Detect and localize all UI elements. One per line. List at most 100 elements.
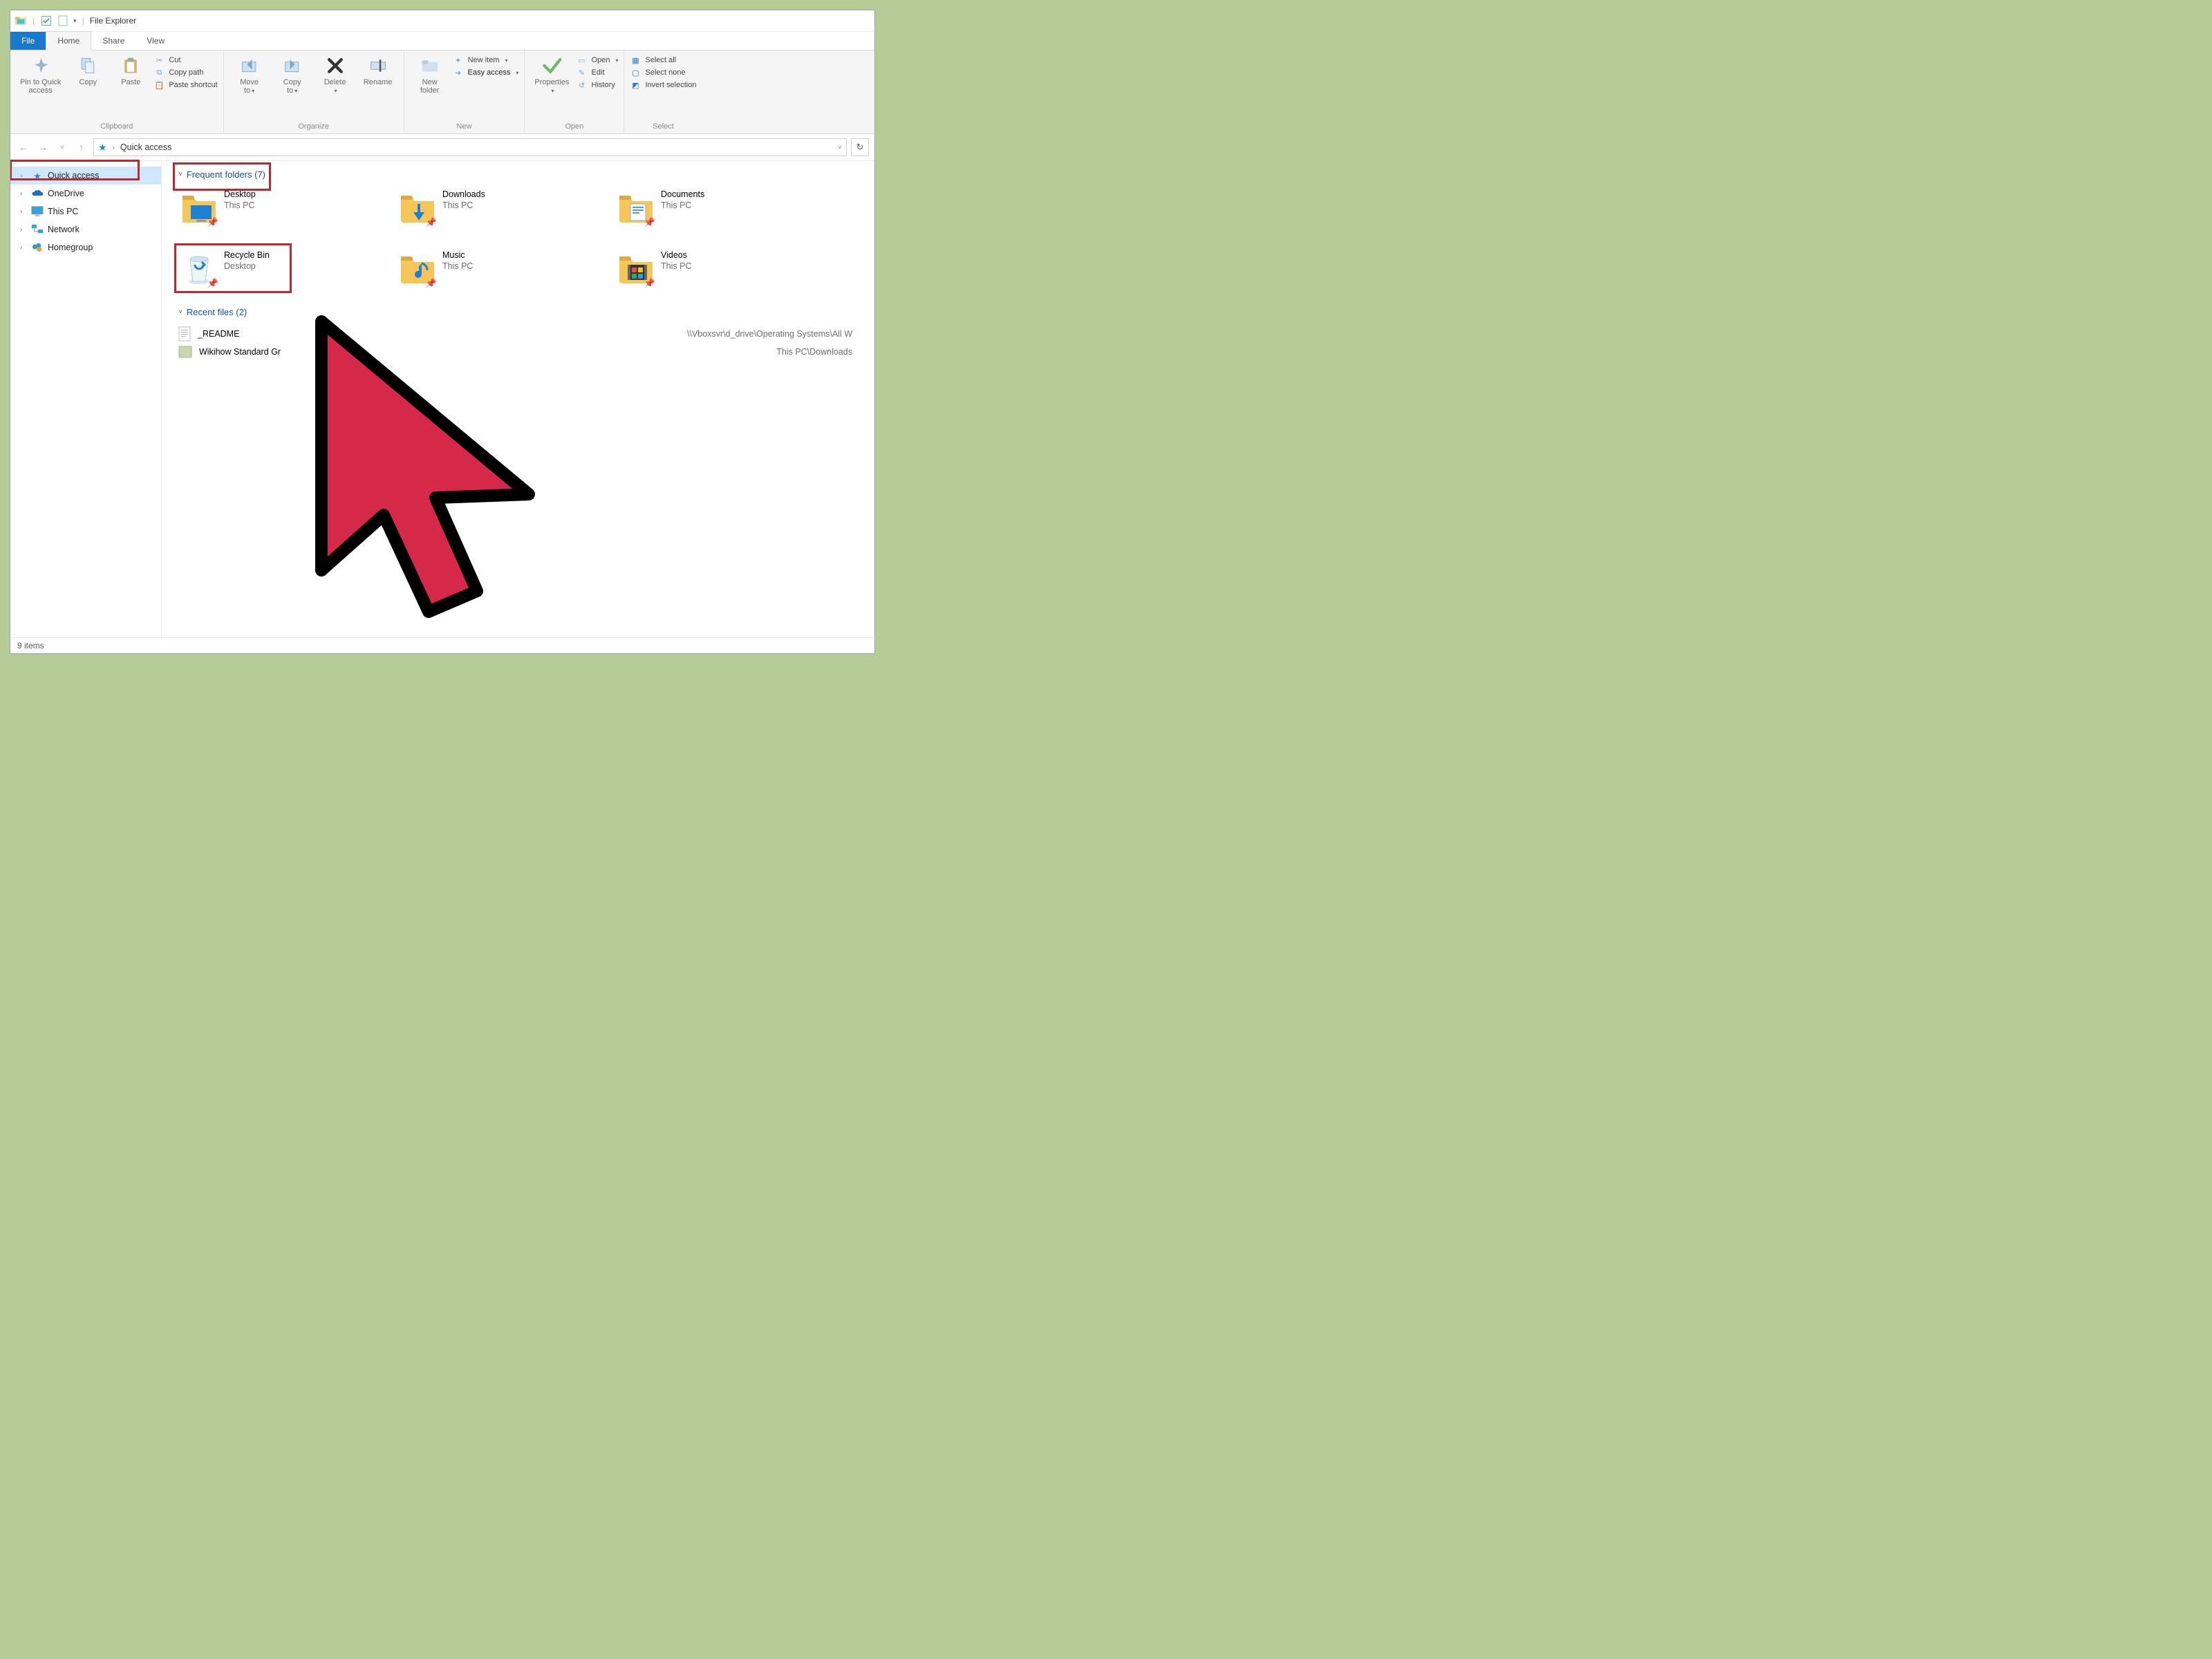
network-icon — [31, 223, 44, 236]
tab-view[interactable]: View — [135, 32, 176, 50]
documents-folder-icon: 📌 — [618, 189, 654, 225]
ribbon-group-select: ▦Select all ▢Select none ◩Invert selecti… — [624, 50, 702, 133]
copy-path-button[interactable]: ⧉Copy path — [153, 67, 217, 78]
downloads-folder-icon: 📌 — [400, 189, 435, 225]
paste-icon — [120, 55, 142, 77]
tab-file[interactable]: File — [10, 32, 46, 50]
folder-documents[interactable]: 📌 DocumentsThis PC — [615, 187, 814, 228]
cut-button[interactable]: ✂Cut — [153, 55, 217, 66]
app-icon — [15, 15, 27, 27]
folder-recycle-bin[interactable]: 📌 Recycle BinDesktop — [178, 247, 377, 289]
pin-icon: 📌 — [426, 217, 437, 228]
generic-file-icon — [178, 346, 192, 358]
refresh-button[interactable]: ↻ — [851, 138, 869, 156]
pin-icon: 📌 — [426, 278, 437, 289]
copy-to-button[interactable]: Copy to▾ — [272, 53, 312, 96]
frequent-folders-list: 📌 DesktopThis PC 📌 DownloadsThis PC 📌 Do… — [178, 187, 866, 289]
properties-icon — [541, 55, 563, 77]
recycle-bin-icon: 📌 — [181, 250, 217, 286]
quick-dropdown-icon[interactable]: ▾ — [73, 17, 77, 25]
easy-access-icon: ➜ — [453, 67, 464, 78]
new-item-icon: ✦ — [453, 55, 464, 66]
highlight-box — [173, 162, 271, 191]
recent-locations-button[interactable]: ˅ — [55, 140, 70, 155]
edit-icon: ✎ — [577, 67, 588, 78]
ribbon: Pin to Quick access Copy Paste ✂Cut ⧉Cop… — [10, 50, 874, 134]
expand-icon[interactable]: › — [20, 208, 27, 216]
quick-doc-icon[interactable] — [57, 15, 69, 27]
properties-button[interactable]: Properties▾ — [530, 53, 573, 96]
tree-quick-access[interactable]: › ★ Quick access — [10, 167, 161, 185]
homegroup-icon — [31, 241, 44, 254]
easy-access-button[interactable]: ➜Easy access▾ — [453, 67, 519, 78]
paste-shortcut-icon: 📋 — [153, 79, 165, 91]
address-dropdown-icon[interactable]: ˅ — [838, 144, 842, 151]
tree-this-pc[interactable]: › This PC — [10, 203, 161, 221]
invert-selection-button[interactable]: ◩Invert selection — [630, 79, 696, 91]
tree-homegroup[interactable]: › Homegroup — [10, 238, 161, 256]
select-none-icon: ▢ — [630, 67, 641, 78]
expand-icon[interactable]: › — [20, 244, 27, 252]
paste-button[interactable]: Paste — [111, 53, 151, 88]
move-to-button[interactable]: Move to▾ — [229, 53, 270, 96]
music-folder-icon: 📌 — [400, 250, 435, 286]
navigation-bar: ← → ˅ ↑ ★ › Quick access ˅ ↻ — [10, 134, 874, 161]
folder-desktop[interactable]: 📌 DesktopThis PC — [178, 187, 377, 228]
recent-file-path: This PC\Downloads — [776, 347, 866, 357]
move-to-icon — [238, 55, 261, 77]
expand-icon[interactable]: › — [20, 190, 27, 198]
group-label: Clipboard — [16, 121, 218, 132]
quick-checkbox-icon[interactable] — [40, 15, 53, 27]
copy-button[interactable]: Copy — [68, 53, 108, 88]
address-text: Quick access — [120, 142, 171, 152]
tab-share[interactable]: Share — [91, 32, 135, 50]
ribbon-group-new: New folder ✦New item▾ ➜Easy access▾ New — [404, 50, 525, 133]
cut-icon: ✂ — [153, 55, 165, 66]
group-label: Open — [530, 121, 618, 132]
item-count: 9 items — [17, 641, 44, 650]
expand-icon[interactable]: › — [20, 226, 27, 234]
delete-button[interactable]: Delete▾ — [315, 53, 355, 96]
rename-button[interactable]: Rename — [358, 53, 398, 88]
folder-music[interactable]: 📌 MusicThis PC — [397, 247, 596, 289]
pin-icon: 📌 — [644, 217, 655, 228]
open-icon: ▭ — [577, 55, 588, 66]
recent-file-wikihow[interactable]: Wikihow Standard Gr This PC\Downloads — [178, 344, 866, 360]
navigation-tree: › ★ Quick access › OneDrive › This PC › … — [10, 161, 162, 637]
edit-button[interactable]: ✎Edit — [577, 67, 619, 78]
breadcrumb-chevron-icon: › — [113, 144, 115, 151]
new-item-button[interactable]: ✦New item▾ — [453, 55, 519, 66]
copy-icon — [77, 55, 99, 77]
forward-button[interactable]: → — [35, 140, 50, 155]
select-none-button[interactable]: ▢Select none — [630, 67, 696, 78]
tree-onedrive[interactable]: › OneDrive — [10, 185, 161, 203]
expand-icon[interactable]: › — [20, 172, 27, 180]
paste-shortcut-button[interactable]: 📋Paste shortcut — [153, 79, 217, 91]
address-bar[interactable]: ★ › Quick access ˅ — [93, 138, 847, 156]
open-button[interactable]: ▭Open▾ — [577, 55, 619, 66]
group-label: New — [410, 121, 519, 132]
pin-icon: 📌 — [207, 278, 218, 289]
pin-to-quick-access-button[interactable]: Pin to Quick access — [16, 53, 65, 96]
pin-icon: 📌 — [207, 217, 218, 228]
recent-file-readme[interactable]: _README \\Vboxsvr\d_drive\Operating Syst… — [178, 324, 866, 344]
ribbon-tabs: File Home Share View — [10, 32, 874, 50]
status-bar: 9 items — [10, 637, 874, 653]
up-button[interactable]: ↑ — [74, 140, 89, 155]
section-recent-files[interactable]: ˅ Recent files (2) — [178, 307, 866, 317]
history-button[interactable]: ↺History — [577, 79, 619, 91]
tab-home[interactable]: Home — [46, 31, 91, 50]
separator: | — [82, 16, 84, 26]
quick-access-star-icon: ★ — [98, 142, 107, 153]
separator: | — [32, 16, 35, 26]
ribbon-group-clipboard: Pin to Quick access Copy Paste ✂Cut ⧉Cop… — [10, 50, 224, 133]
folder-downloads[interactable]: 📌 DownloadsThis PC — [397, 187, 596, 228]
new-folder-button[interactable]: New folder — [410, 53, 450, 96]
select-all-button[interactable]: ▦Select all — [630, 55, 696, 66]
body: › ★ Quick access › OneDrive › This PC › … — [10, 161, 874, 637]
file-explorer-window: { "title": "File Explorer", "tabs": { "f… — [10, 10, 875, 654]
folder-videos[interactable]: 📌 VideosThis PC — [615, 247, 814, 289]
back-button[interactable]: ← — [16, 140, 31, 155]
tree-network[interactable]: › Network — [10, 221, 161, 238]
delete-icon — [324, 55, 346, 77]
